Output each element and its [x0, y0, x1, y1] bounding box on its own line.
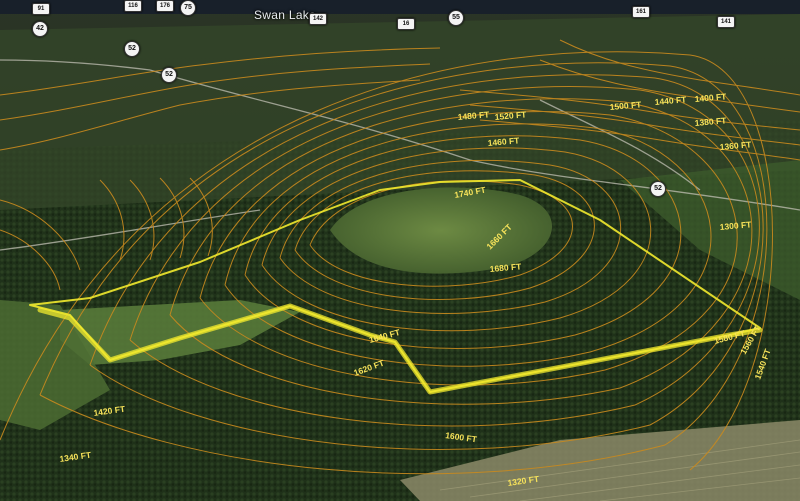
route-shield[interactable]: 116	[124, 0, 142, 12]
route-shield[interactable]: 141	[717, 16, 735, 28]
route-shield[interactable]: 42	[32, 21, 48, 37]
route-shield[interactable]: 52	[650, 181, 666, 197]
terrain-layer: 1740 FT 1680 FT 1660 FT 1640 FT 1620 FT …	[0, 0, 800, 501]
route-shield[interactable]: 52	[124, 41, 140, 57]
route-shield[interactable]: 52	[161, 67, 177, 83]
route-shield[interactable]: 142	[309, 13, 327, 25]
route-shield[interactable]: 55	[448, 10, 464, 26]
route-shield[interactable]: 75	[180, 0, 196, 16]
route-shield[interactable]: 16	[397, 18, 415, 30]
route-shield[interactable]: 91	[32, 3, 50, 15]
route-shield[interactable]: 161	[632, 6, 650, 18]
map-view[interactable]: 1740 FT 1680 FT 1660 FT 1640 FT 1620 FT …	[0, 0, 800, 501]
place-label: Swan Lake	[254, 8, 317, 22]
route-shield[interactable]: 176	[156, 0, 174, 12]
lake-strip	[0, 0, 800, 14]
